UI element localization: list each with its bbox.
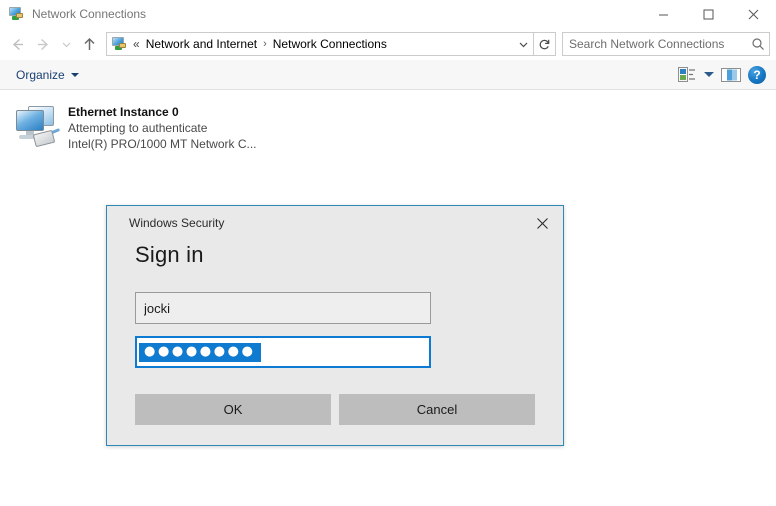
preview-pane-button[interactable] <box>718 63 744 87</box>
forward-button[interactable] <box>30 31 56 57</box>
breadcrumb-overflow[interactable]: « <box>131 33 142 55</box>
back-button[interactable] <box>4 31 30 57</box>
list-item[interactable]: Ethernet Instance 0 Attempting to authen… <box>0 98 290 156</box>
recent-locations-chevron-down-icon[interactable] <box>56 31 76 57</box>
minimize-button[interactable] <box>641 0 686 28</box>
breadcrumb-item-network-and-internet[interactable]: Network and Internet <box>142 33 261 55</box>
refresh-button[interactable] <box>534 32 556 56</box>
view-options-chevron-down-icon[interactable] <box>700 63 718 87</box>
window-controls <box>641 0 776 28</box>
window-network-connections-icon <box>8 6 24 22</box>
help-button[interactable]: ? <box>744 63 770 87</box>
organize-chevron-down-icon <box>70 72 79 77</box>
command-bar: Organize ? <box>0 60 776 90</box>
organize-label: Organize <box>16 67 65 82</box>
dialog-close-icon[interactable] <box>521 207 563 239</box>
dialog-title-bar: Windows Security <box>107 206 563 240</box>
window-title: Network Connections <box>32 7 147 21</box>
view-options-button[interactable] <box>674 63 700 87</box>
adapter-text-block: Ethernet Instance 0 Attempting to authen… <box>68 102 282 152</box>
up-button[interactable] <box>76 31 102 57</box>
dialog-heading: Sign in <box>135 242 204 267</box>
address-dropdown-chevron-down-icon[interactable] <box>513 33 533 55</box>
search-box[interactable] <box>562 32 770 56</box>
windows-security-dialog: Windows Security Sign in ●●●●●●●● OK Can… <box>106 205 564 446</box>
breadcrumb-network-icon <box>111 36 127 52</box>
breadcrumb-separator[interactable]: › <box>261 33 269 55</box>
organize-button[interactable]: Organize <box>10 65 85 85</box>
maximize-button[interactable] <box>686 0 731 28</box>
adapter-device: Intel(R) PRO/1000 MT Network C... <box>68 137 257 151</box>
ok-button[interactable]: OK <box>135 394 331 425</box>
address-bar[interactable]: « Network and Internet › Network Connect… <box>106 32 534 56</box>
help-icon: ? <box>748 65 766 84</box>
dialog-button-row: OK Cancel <box>107 368 563 425</box>
username-field[interactable] <box>135 292 431 324</box>
cancel-button[interactable]: Cancel <box>339 394 535 425</box>
adapter-status: Attempting to authenticate <box>68 121 208 135</box>
ethernet-adapter-icon <box>12 102 61 150</box>
password-masked-value: ●●●●●●●● <box>139 342 261 362</box>
dialog-body: ●●●●●●●● <box>107 268 563 368</box>
search-input[interactable] <box>563 34 747 54</box>
close-button[interactable] <box>731 0 776 28</box>
title-bar: Network Connections <box>0 0 776 28</box>
dialog-title: Windows Security <box>129 216 225 230</box>
adapter-name: Ethernet Instance 0 <box>68 105 179 119</box>
password-field[interactable]: ●●●●●●●● <box>135 336 431 368</box>
breadcrumb-item-network-connections[interactable]: Network Connections <box>269 33 391 55</box>
search-icon <box>747 37 769 51</box>
address-bar-row: « Network and Internet › Network Connect… <box>0 28 776 60</box>
